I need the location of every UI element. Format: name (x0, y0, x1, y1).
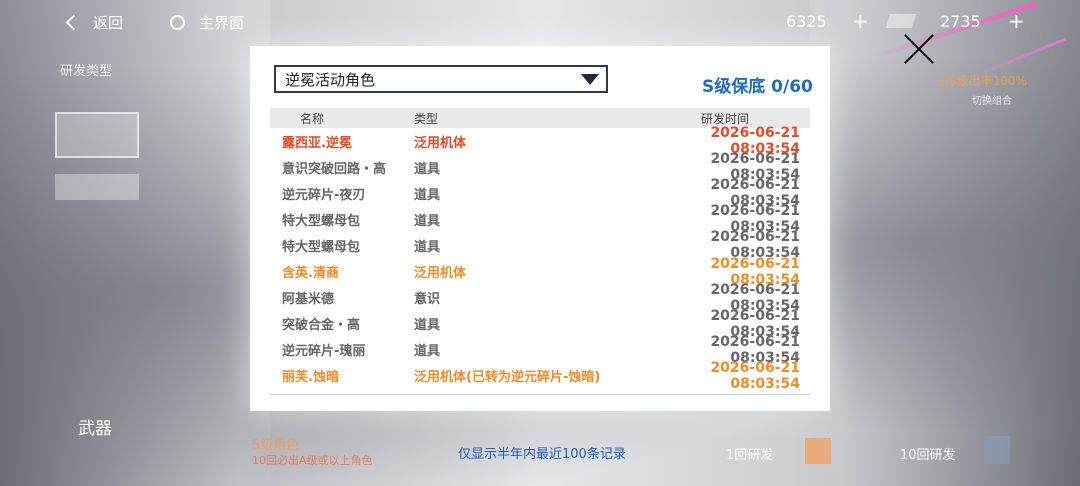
gacha-record-screen: 返回 主界面 6325 + 2735 + 研发类型 武器 S级角色 10回必出A… (0, 0, 1080, 486)
currency-2-amount: 2735 (940, 12, 981, 31)
s-guarantee-counter: S级保底 0/60 (702, 77, 813, 97)
cell-type: 道具 (414, 344, 441, 360)
cell-time: 2026-06-21 08:03:54 (710, 359, 800, 392)
record-modal: 逆冕活动角色 S级保底 0/60 名称 类型 研发时间 露西亚.逆冕 泛用机体 20… (250, 46, 830, 411)
cell-name: 意识突破回路・高 (282, 161, 387, 177)
cell-type: 泛用机体 (414, 135, 467, 151)
cell-type: 道具 (414, 161, 441, 177)
cell-name: 露西亚.逆冕 (282, 135, 352, 151)
rate-label: 占S级出率100% (937, 74, 1027, 88)
record-note: 仅显示半年内最近100条记录 (458, 447, 626, 462)
cell-type: 道具 (414, 187, 441, 203)
add-currency-1-button[interactable]: + (852, 9, 869, 33)
s-role-sub-label: 10回必出A级或以上角色 (252, 454, 373, 467)
cell-type: 意识 (414, 292, 441, 308)
s-role-label: S级角色 (252, 438, 300, 453)
cell-type: 道具 (414, 318, 441, 334)
cell-type: 泛用机体(已转为逆元碎片-蚀暗) (414, 370, 601, 386)
record-table: 名称 类型 研发时间 露西亚.逆冕 泛用机体 2026-06-21 08:03:54… (270, 108, 810, 392)
cell-type: 泛用机体 (414, 266, 467, 282)
cell-name: 含英.清商 (282, 266, 339, 282)
cell-name: 丽芙.蚀暗 (282, 370, 339, 386)
header-time: 研发时间 (700, 111, 749, 126)
home-ring-icon (170, 15, 185, 30)
header-name: 名称 (300, 111, 325, 126)
currency-1-amount: 6325 (786, 12, 827, 31)
cell-name: 逆元碎片-夜刃 (282, 187, 366, 203)
cell-name: 特大型螺母包 (282, 213, 361, 229)
cell-type: 道具 (414, 213, 441, 229)
table-body: 露西亚.逆冕 泛用机体 2026-06-21 08:03:54 意识突破回路・高 道具 2… (270, 125, 810, 392)
pool-select-value: 逆冕活动角色 (285, 70, 376, 89)
currency-2-icon (885, 14, 917, 28)
ten-pull-button[interactable]: 10回研发 (900, 444, 956, 463)
left-panel-bg (0, 0, 270, 486)
table-bottom-divider (270, 394, 810, 395)
cell-name: 特大型螺母包 (282, 239, 361, 255)
header-type: 类型 (414, 111, 439, 126)
table-row: 丽芙.蚀暗 泛用机体(已转为逆元碎片-蚀暗) 2026-06-21 08:03:54 (270, 359, 810, 392)
cell-name: 突破合金・高 (282, 318, 361, 334)
home-button[interactable]: 主界面 (170, 12, 244, 33)
cell-name: 阿基米德 (282, 292, 335, 308)
dev-type-label: 研发类型 (60, 64, 113, 79)
add-currency-2-button[interactable]: + (1008, 9, 1025, 33)
ten-pull-cost-icon (984, 436, 1010, 464)
weapon-tab[interactable]: 武器 (78, 414, 112, 439)
home-label: 主界面 (199, 14, 245, 32)
dev-type-card-2[interactable] (55, 174, 139, 200)
pool-select-dropdown[interactable]: 逆冕活动角色 (274, 65, 608, 93)
single-pull-button[interactable]: 1回研发 (726, 444, 773, 463)
close-icon[interactable] (902, 32, 936, 66)
back-button[interactable]: 返回 (64, 12, 123, 33)
back-label: 返回 (93, 14, 124, 32)
switch-combo-button[interactable]: 切换组合 (972, 92, 1012, 107)
dropdown-arrow-icon (581, 74, 599, 85)
single-pull-cost-icon (805, 438, 831, 464)
cell-name: 逆元碎片-瑰丽 (282, 344, 366, 360)
cell-type: 道具 (414, 239, 441, 255)
dev-type-card[interactable] (55, 112, 139, 158)
chevron-left-icon (65, 14, 82, 31)
